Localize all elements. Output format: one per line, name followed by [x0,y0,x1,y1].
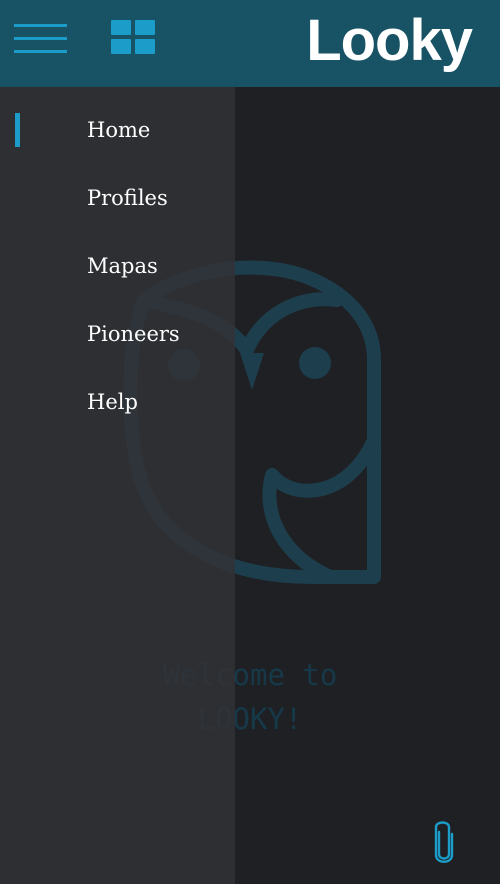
nav-item-label: Home [87,118,151,142]
active-indicator [15,113,20,147]
nav-item-help[interactable]: Help [0,377,235,427]
hamburger-menu-icon[interactable] [14,24,67,54]
paperclip-icon[interactable] [430,820,458,864]
top-app-bar: Looky [0,0,500,87]
nav-item-profiles[interactable]: Profiles [0,173,235,223]
navigation-drawer: Home Profiles Mapas Pioneers Help [0,87,235,884]
nav-item-label: Mapas [87,254,158,278]
nav-item-pioneers[interactable]: Pioneers [0,309,235,359]
nav-item-label: Pioneers [87,322,180,346]
brand-title: Looky [306,8,473,73]
nav-item-label: Profiles [87,186,168,210]
nav-item-label: Help [87,390,138,414]
nav-item-home[interactable]: Home [0,105,235,155]
nav-item-mapas[interactable]: Mapas [0,241,235,291]
grid-view-icon[interactable] [111,20,155,54]
